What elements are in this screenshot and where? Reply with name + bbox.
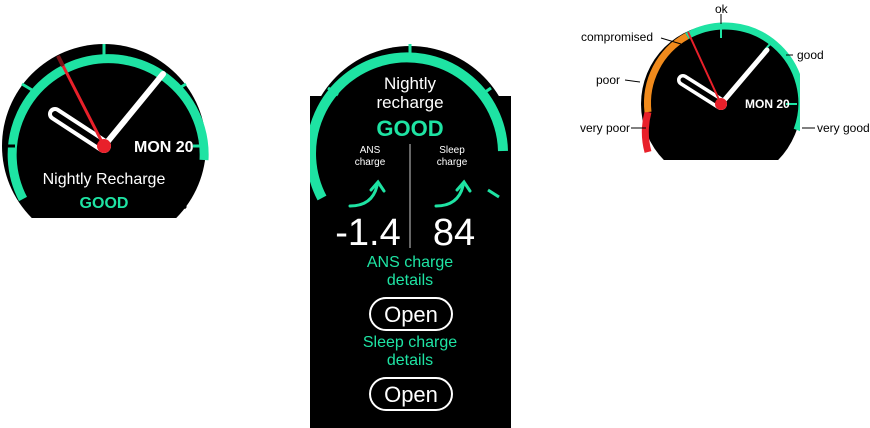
scale-label-compromised: compromised [581, 30, 654, 44]
sleep-charge-label-line2: charge [436, 157, 468, 168]
scale-label-very-poor: very poor [580, 121, 631, 135]
watch2-title-line2: recharge [376, 93, 444, 112]
watch1-date: MON 20 [134, 139, 194, 156]
scale-label-ok: ok [715, 2, 728, 16]
ans-details-line1: ANS charge [366, 254, 454, 271]
ans-details-line2: details [386, 272, 434, 289]
sleep-details-line1: Sleep charge [362, 334, 458, 351]
ans-details-open-button[interactable]: Open [369, 297, 453, 331]
scale-label-good: good [797, 48, 824, 62]
sleep-charge-value: 84 [432, 212, 476, 254]
scale-label-very-good: very good [817, 121, 870, 135]
sleep-details-line2: details [386, 352, 434, 369]
watch3-date: MON 20 [745, 97, 790, 111]
scale-label-poor: poor [596, 73, 621, 87]
watch1-title: Nightly Recharge [42, 171, 166, 188]
ans-charge-label-line1: ANS [359, 145, 381, 156]
sleep-details-open-button[interactable]: Open [369, 377, 453, 411]
watch2-status: GOOD [376, 116, 444, 141]
red-dot-icon [715, 98, 727, 110]
watch1-status: GOOD [79, 195, 129, 212]
red-dot-icon [97, 139, 111, 153]
ans-charge-label-line2: charge [354, 157, 386, 168]
sleep-charge-label-line1: Sleep [439, 145, 465, 156]
watch2-title-line1: Nightly [384, 74, 436, 93]
ans-charge-value: -1.4 [335, 212, 401, 254]
watch3-red-arc [641, 111, 652, 153]
